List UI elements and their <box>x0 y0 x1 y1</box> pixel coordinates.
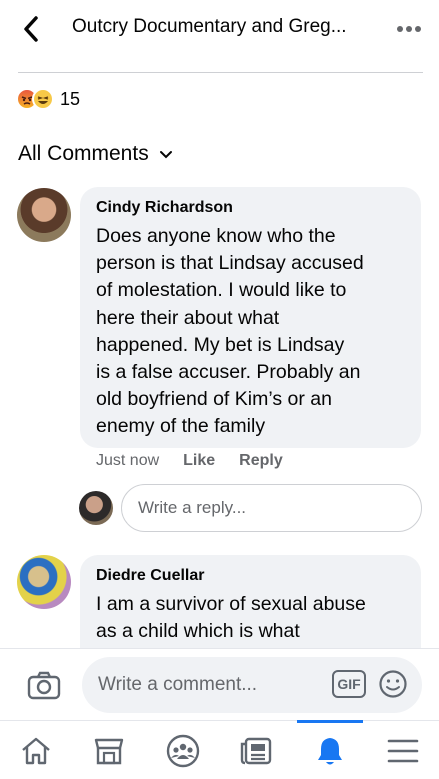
comment-line: old boyfriend of Kim’s or an <box>96 388 332 411</box>
comment-line: enemy of the family <box>96 415 266 438</box>
reaction-count: 15 <box>60 88 81 109</box>
top-bar: Outcry Documentary and Greg... <box>0 0 439 60</box>
comment-line: is a false accuser. Probably an <box>96 361 361 384</box>
reply-input[interactable]: Write a reply... <box>121 484 422 532</box>
comment-line: of molestation. I would like to <box>96 279 347 302</box>
gif-button[interactable]: GIF <box>332 670 366 698</box>
more-horizontal-icon <box>397 26 421 32</box>
bell-icon <box>318 737 342 764</box>
comment-line: Does anyone know who the <box>96 225 336 247</box>
comment-line: I am a survivor of sexual abuse <box>96 593 366 615</box>
bottom-tab-bar <box>0 720 439 779</box>
more-options-button[interactable] <box>393 14 425 44</box>
comment-line: as a child which is what <box>96 620 300 643</box>
comment-author[interactable]: Diedre Cuellar <box>96 567 204 585</box>
camera-button[interactable] <box>26 667 62 703</box>
reply-button[interactable]: Reply <box>239 452 283 470</box>
back-button[interactable] <box>16 14 46 44</box>
comment-input[interactable]: Write a comment... GIF <box>82 657 422 713</box>
comment-line: person is that Lindsay accused <box>96 252 364 275</box>
comment-composer: Write a comment... GIF <box>0 648 439 720</box>
tab-menu[interactable] <box>373 721 433 779</box>
marketplace-icon <box>94 738 124 764</box>
groups-icon <box>166 734 200 767</box>
tab-marketplace[interactable] <box>79 721 139 779</box>
comment-text: Does anyone know who the person is that … <box>96 223 409 441</box>
comment-bubble[interactable]: Cindy Richardson Does anyone know who th… <box>80 187 421 448</box>
comment-filter-dropdown[interactable]: All Comments <box>18 142 173 166</box>
like-button[interactable]: Like <box>183 452 215 470</box>
avatar[interactable] <box>17 555 71 609</box>
comment-timestamp: Just now <box>96 452 160 469</box>
camera-icon <box>27 671 61 700</box>
tab-home[interactable] <box>6 721 66 779</box>
comment-text: I am a survivor of sexual abuse as a chi… <box>96 591 409 645</box>
chevron-left-icon <box>24 16 38 42</box>
tab-news[interactable] <box>226 721 286 779</box>
avatar <box>79 491 113 525</box>
menu-icon <box>387 739 419 762</box>
comment-author[interactable]: Cindy Richardson <box>96 199 233 217</box>
smiley-icon <box>379 670 407 698</box>
news-icon <box>240 737 272 764</box>
filter-label: All Comments <box>18 142 149 165</box>
comment-meta: Just now Like Reply <box>96 452 307 470</box>
home-icon <box>22 737 50 764</box>
divider <box>18 72 423 73</box>
haha-reaction-icon <box>32 88 54 110</box>
emoji-button[interactable] <box>378 669 408 699</box>
page-title: Outcry Documentary and Greg... <box>72 16 347 37</box>
reaction-summary[interactable]: 15 <box>16 88 80 110</box>
tab-notifications[interactable] <box>300 721 360 779</box>
tab-groups[interactable] <box>153 721 213 779</box>
chevron-down-icon <box>159 151 172 159</box>
avatar[interactable] <box>17 188 71 242</box>
comment-line: happened. My bet is Lindsay <box>96 333 345 356</box>
comment-placeholder: Write a comment... <box>98 674 258 695</box>
comment-line: here their about what <box>96 306 280 329</box>
